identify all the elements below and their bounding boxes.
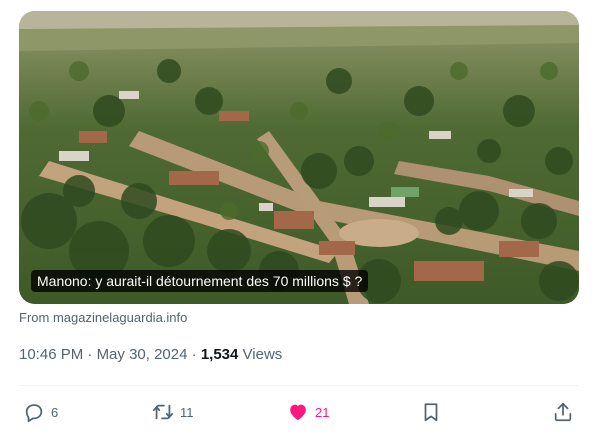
reply-button[interactable]: 6: [23, 396, 58, 428]
like-count: 21: [315, 404, 330, 420]
repost-button[interactable]: 11: [152, 396, 194, 428]
views-label: Views: [242, 346, 283, 363]
action-bar: 6 11 21: [19, 396, 579, 428]
meta-separator: ·: [191, 346, 197, 363]
share-icon: [552, 401, 574, 423]
bookmark-icon: [420, 401, 442, 423]
divider: [19, 385, 579, 386]
repost-icon: [152, 401, 174, 423]
link-source[interactable]: From magazinelaguardia.info: [19, 310, 187, 325]
meta-separator: ·: [87, 346, 93, 363]
share-button[interactable]: [552, 396, 574, 428]
tweet-date[interactable]: May 30, 2024: [97, 346, 188, 363]
reply-icon: [23, 401, 45, 423]
like-button[interactable]: 21: [287, 396, 329, 428]
media-caption: Manono: y aurait-il détournement des 70 …: [31, 270, 369, 292]
link-preview-card[interactable]: Manono: y aurait-il détournement des 70 …: [19, 11, 579, 304]
tweet-metadata: 10:46 PM · May 30, 2024 · 1,534 Views: [19, 346, 282, 363]
aerial-town-photo: [19, 11, 579, 304]
bookmark-button[interactable]: [420, 396, 442, 428]
heart-icon: [287, 401, 309, 423]
repost-count: 11: [180, 404, 194, 420]
views-count: 1,534: [200, 346, 239, 363]
reply-count: 6: [51, 404, 59, 420]
tweet-time[interactable]: 10:46 PM: [19, 346, 83, 363]
